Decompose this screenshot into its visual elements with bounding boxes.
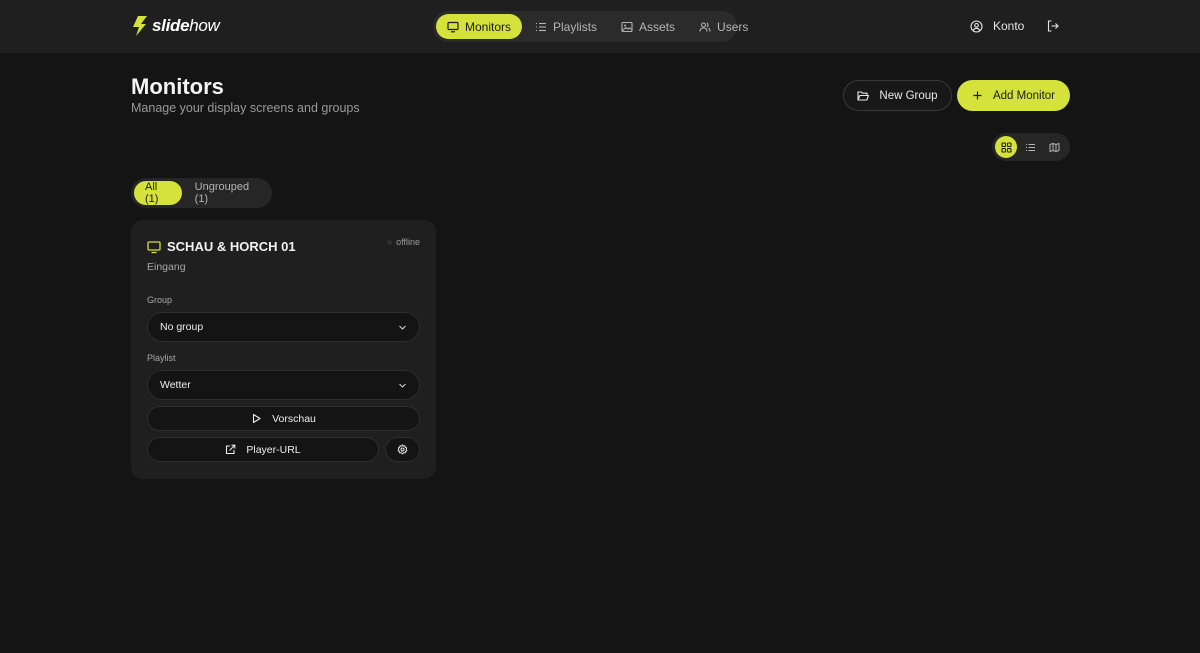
logout-button[interactable] <box>1046 19 1060 33</box>
status-badge: offline <box>387 237 420 247</box>
account-menu[interactable]: Konto <box>970 19 1024 33</box>
grid-view-button[interactable] <box>995 136 1017 158</box>
main-nav: Monitors Playlists Assets Users <box>433 11 748 42</box>
nav-item-assets[interactable]: Assets <box>610 14 686 39</box>
nav-item-users[interactable]: Users <box>688 14 759 39</box>
nav-item-label: Assets <box>639 19 676 34</box>
play-icon <box>253 413 261 424</box>
page-subtitle: Manage your display screens and groups <box>131 101 360 115</box>
status-text: offline <box>396 237 420 247</box>
map-icon <box>1049 142 1059 152</box>
list-view-button[interactable] <box>1019 136 1041 158</box>
tab-all[interactable]: All (1) <box>134 181 182 205</box>
top-navigation-bar: slidehow Monitors Playlists Assets Users… <box>0 0 1200 53</box>
nav-item-monitors[interactable]: Monitors <box>436 14 523 39</box>
group-select-value: No group <box>160 321 204 333</box>
map-view-button[interactable] <box>1043 136 1065 158</box>
nav-item-label: Playlists <box>553 19 598 34</box>
monitor-icon <box>447 21 459 32</box>
chevron-down-icon <box>399 325 406 330</box>
slidehow-logo-icon <box>133 16 147 36</box>
new-group-label: New Group <box>879 89 938 102</box>
logo-text: slidehow <box>152 16 220 35</box>
plus-icon <box>973 91 982 100</box>
nav-item-label: Monitors <box>465 19 512 34</box>
users-icon <box>699 21 711 32</box>
account-label: Konto <box>993 19 1025 33</box>
nav-item-playlists[interactable]: Playlists <box>524 14 608 39</box>
preview-button[interactable]: Vorschau <box>147 406 420 431</box>
playlist-select[interactable]: Wetter <box>147 370 420 400</box>
add-monitor-button[interactable]: Add Monitor <box>957 80 1070 111</box>
list-icon <box>536 22 547 31</box>
chevron-down-icon <box>399 383 406 388</box>
list-icon <box>1025 143 1035 151</box>
tab-ungrouped[interactable]: Ungrouped (1) <box>184 181 269 205</box>
grid-icon <box>1000 141 1012 153</box>
nav-item-label: Users <box>717 19 749 34</box>
new-group-button[interactable]: New Group <box>843 80 952 111</box>
page-title: Monitors <box>131 74 224 99</box>
group-filter-tabs: All (1) Ungrouped (1) <box>131 178 272 208</box>
user-circle-icon <box>970 19 983 33</box>
monitor-card: SCHAU & HORCH 01 offline Eingang Group N… <box>131 220 436 479</box>
player-url-button[interactable]: Player-URL <box>147 437 379 462</box>
external-link-icon <box>226 444 236 455</box>
status-dot <box>387 239 393 245</box>
playlist-select-value: Wetter <box>160 379 191 391</box>
monitor-icon <box>147 240 161 253</box>
add-monitor-label: Add Monitor <box>992 89 1055 102</box>
preview-label: Vorschau <box>272 412 316 425</box>
view-mode-toggle <box>992 133 1070 161</box>
logout-icon <box>1047 20 1059 32</box>
monitor-location: Eingang <box>147 261 186 273</box>
monitor-title: SCHAU & HORCH 01 <box>147 239 296 254</box>
player-url-label: Player-URL <box>246 443 301 456</box>
folder-open-icon <box>857 90 870 101</box>
group-label: Group <box>147 295 173 305</box>
group-select[interactable]: No group <box>147 312 420 342</box>
image-icon <box>621 21 633 32</box>
gear-icon <box>397 444 408 455</box>
app-logo[interactable]: slidehow <box>131 14 220 38</box>
playlist-label: Playlist <box>147 353 176 363</box>
monitor-settings-button[interactable] <box>385 437 420 462</box>
monitor-name: SCHAU & HORCH 01 <box>167 239 296 254</box>
